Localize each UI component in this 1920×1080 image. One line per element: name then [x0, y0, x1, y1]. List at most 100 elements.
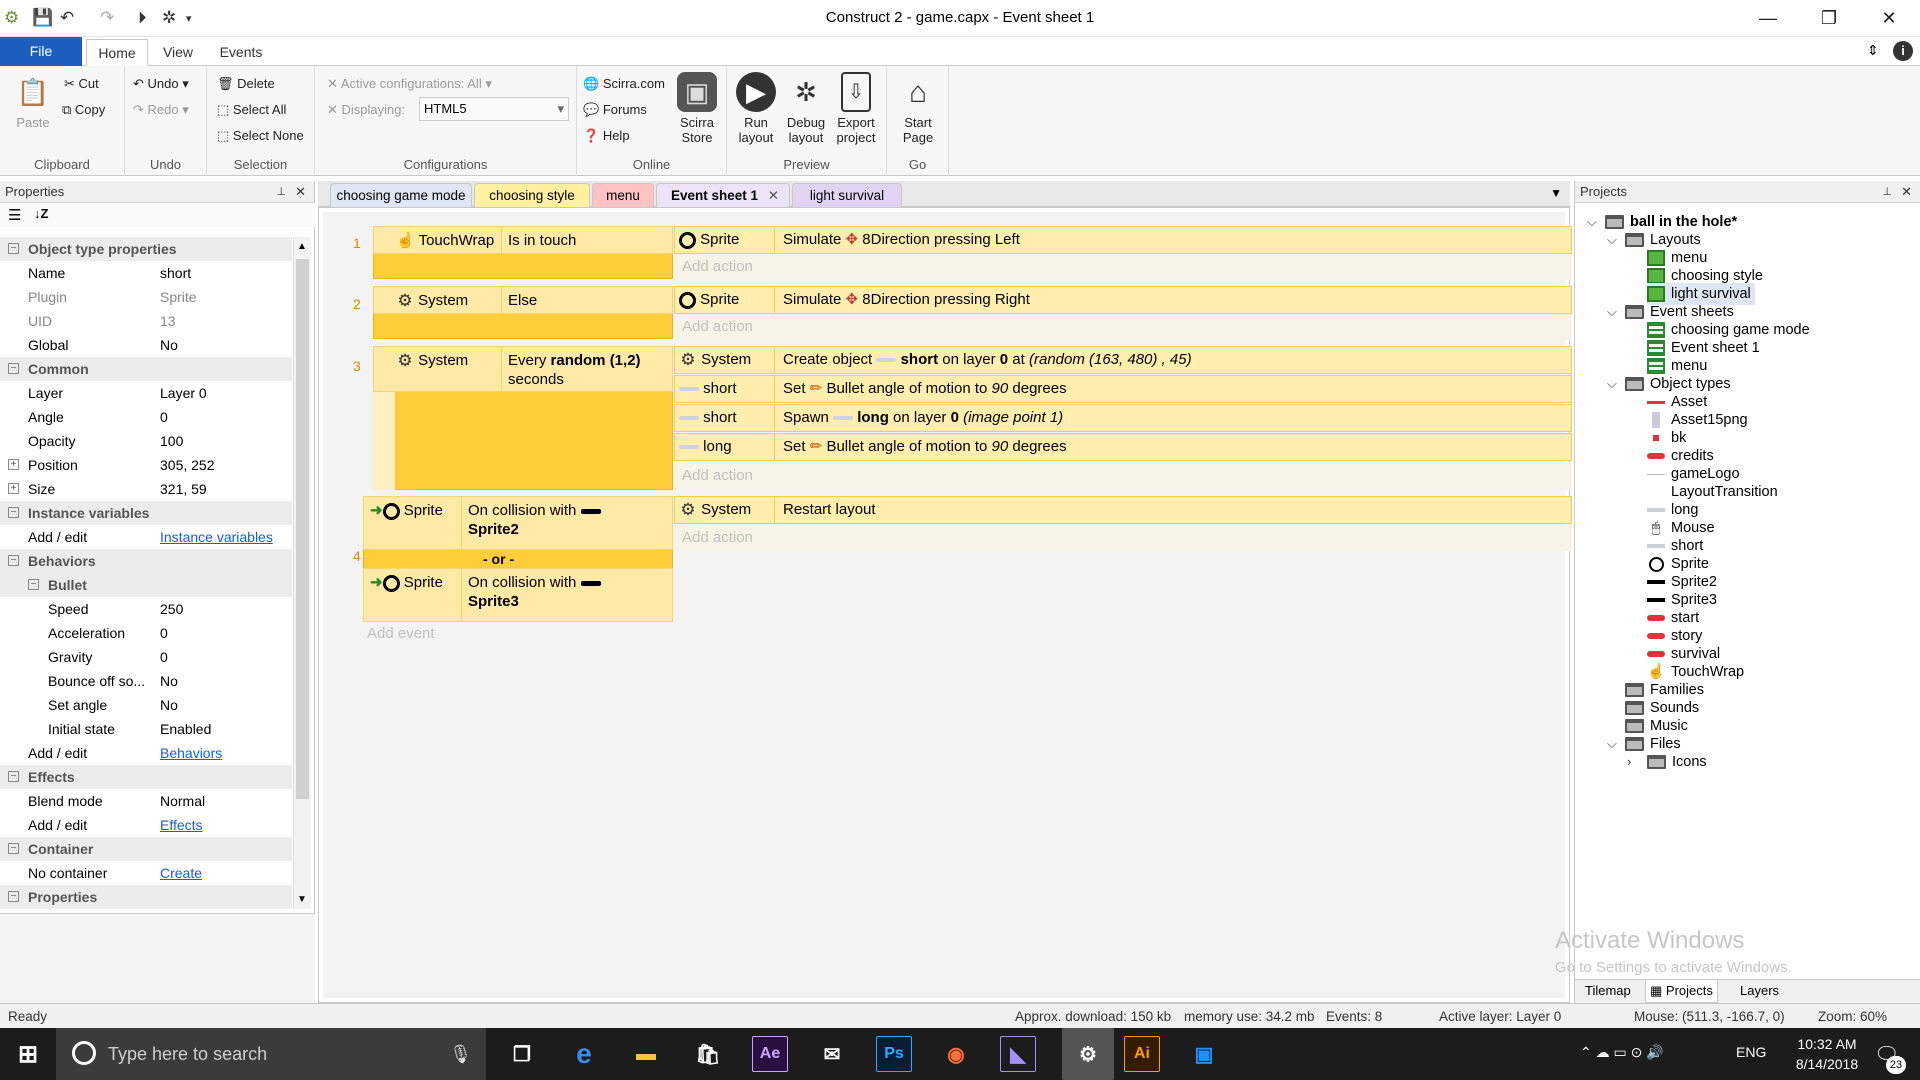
minimize-button[interactable]: —: [1745, 4, 1791, 32]
property-row[interactable]: Add / edit Instance variables: [0, 525, 292, 549]
select-all-button[interactable]: ⬚ Select All: [217, 102, 286, 118]
property-row[interactable]: Plugin Sprite: [0, 285, 292, 309]
collapse-icon[interactable]: −: [8, 243, 19, 254]
property-row[interactable]: Speed 250: [0, 597, 292, 621]
system-tray-icons[interactable]: ⌃ ☁ ▭ ⊙ 🔊: [1580, 1044, 1664, 1061]
property-value[interactable]: No: [160, 669, 178, 693]
event-3-action-1[interactable]: ⚙ System Create object short on layer 0 …: [674, 346, 1572, 374]
chevron-down-icon[interactable]: ⌵: [1607, 376, 1617, 392]
pin-icon[interactable]: ⊥: [1882, 181, 1892, 203]
property-row[interactable]: Initial state Enabled: [0, 717, 292, 741]
delete-button[interactable]: 🗑 Delete: [217, 76, 275, 92]
property-category[interactable]: − Common: [0, 357, 292, 381]
tab-light-survival[interactable]: light survival: [792, 183, 902, 207]
property-row[interactable]: Set angle No: [0, 693, 292, 717]
after-effects-icon[interactable]: Ae: [752, 1036, 788, 1072]
property-category[interactable]: − Instance variables: [0, 501, 292, 525]
taskbar-search[interactable]: Type here to search 🎙: [56, 1028, 486, 1080]
add-action-2[interactable]: Add action: [674, 314, 1572, 340]
add-action-3[interactable]: Add action: [674, 463, 1572, 489]
property-value[interactable]: 0: [160, 405, 168, 429]
scirra-store-button[interactable]: ▣ Scirra Store: [672, 72, 722, 145]
property-value[interactable]: 305, 252: [160, 453, 215, 477]
close-button[interactable]: ✕: [1866, 4, 1912, 32]
redo-button[interactable]: ↷ Redo ▾: [133, 102, 189, 118]
event-4-condition-2[interactable]: ➜ Sprite On collision with Sprite3: [363, 568, 673, 622]
property-link[interactable]: Create: [160, 861, 202, 885]
close-icon[interactable]: ✕: [1901, 181, 1912, 203]
property-row[interactable]: Bounce off so... No: [0, 669, 292, 693]
tab-view[interactable]: View: [152, 39, 204, 66]
property-value[interactable]: 0: [160, 645, 168, 669]
tab-layers[interactable]: Layers: [1740, 980, 1779, 1002]
property-row[interactable]: Acceleration 0: [0, 621, 292, 645]
scroll-thumb[interactable]: [296, 259, 309, 799]
tab-tilemap[interactable]: Tilemap: [1585, 980, 1631, 1002]
task-view-icon[interactable]: ❐: [504, 1036, 540, 1072]
property-category[interactable]: − Object type properties: [0, 237, 292, 261]
property-category[interactable]: − Container: [0, 837, 292, 861]
property-row[interactable]: Layer Layer 0: [0, 381, 292, 405]
file-explorer-icon[interactable]: ▬: [628, 1036, 664, 1072]
ribbon-collapse-icon[interactable]: ⇕: [1867, 42, 1879, 59]
app-icon-2[interactable]: ▣: [1186, 1036, 1222, 1072]
collapse-icon[interactable]: −: [8, 363, 19, 374]
cut-button[interactable]: ✂ Cut: [64, 76, 99, 92]
property-row[interactable]: Blend mode Normal: [0, 789, 292, 813]
expand-icon[interactable]: +: [8, 483, 19, 494]
event-4-action[interactable]: ⚙ System Restart layout: [674, 496, 1572, 524]
property-row[interactable]: Global No: [0, 333, 292, 357]
visual-studio-icon[interactable]: ◣: [1000, 1036, 1036, 1072]
property-link[interactable]: Instance variables: [160, 525, 273, 549]
sort-alpha-icon[interactable]: ↓Z: [34, 206, 48, 221]
property-value[interactable]: Sprite: [160, 285, 197, 309]
collapse-icon[interactable]: −: [8, 843, 19, 854]
property-category[interactable]: − Effects: [0, 765, 292, 789]
clock[interactable]: 10:32 AM 8/14/2018: [1788, 1034, 1866, 1074]
chevron-down-icon[interactable]: ⌵: [1607, 304, 1617, 320]
forums-link[interactable]: 💬 Forums: [583, 102, 647, 118]
chevron-down-icon[interactable]: ⌵: [1587, 214, 1597, 230]
active-configurations[interactable]: ✕ Active configurations: All ▾: [327, 76, 492, 92]
scroll-up-icon[interactable]: ▲: [297, 241, 307, 252]
property-value[interactable]: Normal: [160, 789, 205, 813]
collapse-icon[interactable]: −: [8, 555, 19, 566]
event-3-action-2[interactable]: short Set ✏ Bullet angle of motion to 90…: [674, 375, 1572, 403]
event-1-condition[interactable]: ☝ TouchWrap Is in touch: [373, 226, 673, 254]
tab-choosing-game-mode[interactable]: choosing game mode: [330, 183, 472, 207]
property-category[interactable]: − Bullet: [0, 573, 292, 597]
chevron-down-icon[interactable]: ⌵: [1607, 232, 1617, 248]
expand-icon[interactable]: +: [8, 459, 19, 470]
event-4-condition-1[interactable]: ➜ Sprite On collision with Sprite2: [363, 496, 673, 550]
export-project-button[interactable]: ⇩ Export project: [831, 72, 881, 145]
property-value[interactable]: 250: [160, 597, 183, 621]
undo-button[interactable]: ↶ Undo ▾: [133, 76, 189, 92]
property-category[interactable]: − Properties: [0, 885, 292, 909]
categorized-icon[interactable]: ☰: [8, 206, 21, 224]
scroll-down-icon[interactable]: ▼: [297, 894, 307, 905]
collapse-icon[interactable]: −: [8, 507, 19, 518]
property-value[interactable]: 13: [160, 309, 176, 333]
event-3-action-4[interactable]: long Set ✏ Bullet angle of motion to 90 …: [674, 433, 1572, 461]
tab-projects[interactable]: ▦ Projects: [1645, 980, 1718, 1003]
photoshop-icon[interactable]: Ps: [876, 1036, 912, 1072]
chevron-down-icon[interactable]: ⌵: [1607, 736, 1617, 752]
tree-icons[interactable]: Icons: [1647, 751, 1707, 773]
property-link[interactable]: Effects: [160, 813, 203, 837]
property-row[interactable]: UID 13: [0, 309, 292, 333]
property-value[interactable]: Enabled: [160, 717, 211, 741]
property-row[interactable]: No container Create: [0, 861, 292, 885]
firefox-icon[interactable]: ◉: [938, 1036, 974, 1072]
property-value[interactable]: Layer 0: [160, 381, 207, 405]
collapse-icon[interactable]: −: [28, 579, 39, 590]
property-value[interactable]: No: [160, 333, 178, 357]
event-1-action[interactable]: Sprite Simulate ✥ 8Direction pressing Le…: [674, 226, 1572, 254]
debug-layout-button[interactable]: ✲ Debug layout: [781, 72, 831, 146]
language-indicator[interactable]: ENG: [1736, 1044, 1766, 1060]
property-value[interactable]: 0: [160, 621, 168, 645]
tab-menu[interactable]: menu: [592, 183, 654, 207]
copy-button[interactable]: ⧉ Copy: [62, 102, 105, 118]
run-layout-button[interactable]: ▶ Run layout: [731, 72, 781, 145]
event-2-condition[interactable]: ⚙ System Else: [373, 286, 673, 314]
start-page-button[interactable]: ⌂ Start Page: [893, 72, 943, 145]
